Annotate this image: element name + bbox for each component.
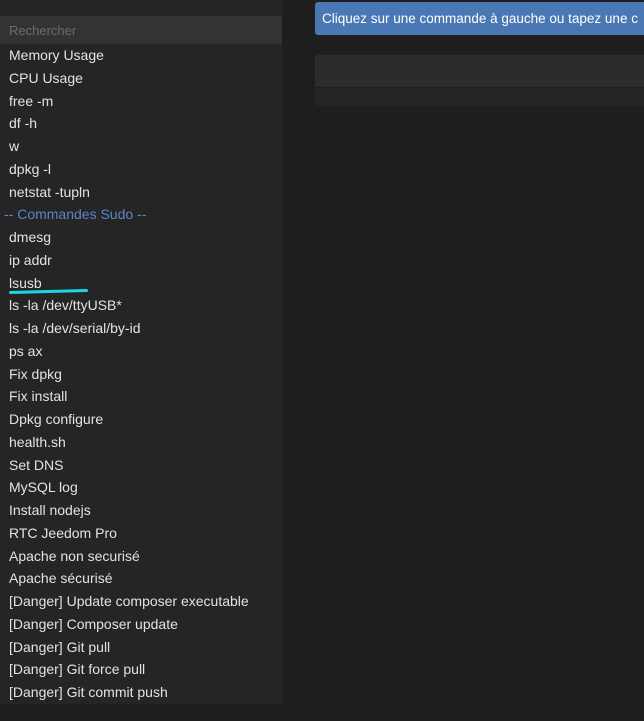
command-group-header: -- Commandes Sudo -- — [4, 206, 147, 223]
command-item[interactable]: Dpkg configure — [0, 408, 282, 431]
search-input[interactable] — [0, 16, 282, 44]
command-item[interactable]: [Danger] Composer update — [0, 613, 282, 636]
command-item[interactable]: netstat -tupln — [0, 181, 282, 204]
command-item[interactable]: ls -la /dev/ttyUSB* — [0, 294, 282, 317]
command-item[interactable]: Apache sécurisé — [0, 567, 282, 590]
command-item[interactable]: ip addr — [0, 249, 282, 272]
command-item[interactable]: CPU Usage — [0, 67, 282, 90]
command-item[interactable]: [Danger] Git pull — [0, 636, 282, 659]
command-item[interactable]: Install nodejs — [0, 499, 282, 522]
info-banner: Cliquez sur une commande à gauche ou tap… — [315, 2, 644, 35]
command-item[interactable]: df -h — [0, 112, 282, 135]
command-item[interactable]: Fix dpkg — [0, 363, 282, 386]
command-item[interactable]: RTC Jeedom Pro — [0, 522, 282, 545]
main-area: Cliquez sur une commande à gauche ou tap… — [315, 0, 644, 721]
search-box — [0, 16, 282, 44]
command-item[interactable]: MySQL log — [0, 476, 282, 499]
page: Memory UsageCPU Usagefree -mdf -hwdpkg -… — [0, 0, 644, 721]
command-item[interactable]: [Danger] Git commit push — [0, 681, 282, 704]
command-item[interactable]: ls -la /dev/serial/by-id — [0, 317, 282, 340]
command-output-body — [315, 88, 644, 106]
command-item[interactable]: free -m — [0, 90, 282, 113]
command-item[interactable]: ps ax — [0, 340, 282, 363]
command-item[interactable]: w — [0, 135, 282, 158]
command-item[interactable]: Apache non securisé — [0, 545, 282, 568]
command-item[interactable]: Memory Usage — [0, 44, 282, 67]
command-item[interactable]: [Danger] Git force pull — [0, 658, 282, 681]
command-item[interactable]: dpkg -l — [0, 158, 282, 181]
command-item[interactable]: Fix install — [0, 385, 282, 408]
command-item[interactable]: [Danger] Update composer executable — [0, 590, 282, 613]
command-item[interactable]: health.sh — [0, 431, 282, 454]
command-output-panel — [315, 55, 644, 87]
command-item[interactable]: Set DNS — [0, 454, 282, 477]
command-item[interactable]: dmesg — [0, 226, 282, 249]
command-sidebar: Memory UsageCPU Usagefree -mdf -hwdpkg -… — [0, 0, 282, 704]
command-list: Memory Usage CPU Usage free -m df -h w dpkg -… — [0, 44, 282, 704]
